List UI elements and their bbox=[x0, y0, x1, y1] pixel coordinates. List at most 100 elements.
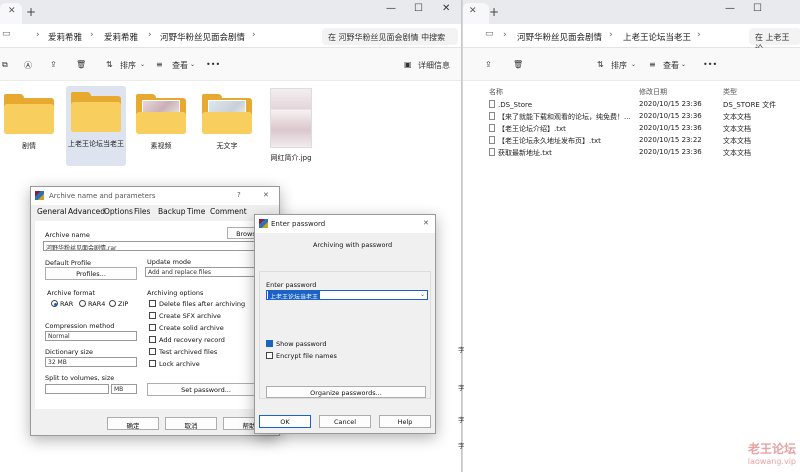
minimize-icon[interactable]: — bbox=[386, 3, 396, 14]
encrypt-names-option[interactable]: Encrypt file names bbox=[266, 352, 337, 360]
ok-button[interactable]: OK bbox=[259, 415, 311, 428]
sort-icon[interactable]: ⇅ bbox=[106, 60, 113, 69]
checkbox-icon[interactable] bbox=[149, 360, 156, 367]
file-row[interactable]: .DS_Store 2020/10/15 23:36 DS_STORE 文件 bbox=[463, 99, 800, 111]
tab-backup[interactable]: Backup bbox=[158, 207, 186, 216]
file-row[interactable]: 【老王论坛永久地址发布页】.txt 2020/10/15 23:22 文本文档 bbox=[463, 135, 800, 147]
file-row[interactable]: 【老王论坛介绍】.txt 2020/10/15 23:36 文本文档 bbox=[463, 123, 800, 135]
split-size-input[interactable] bbox=[45, 384, 109, 394]
tab-general[interactable]: General bbox=[37, 207, 67, 216]
set-password-button[interactable]: Set password... bbox=[147, 383, 265, 396]
folder-label: 素视频 bbox=[150, 142, 172, 150]
split-unit-select[interactable]: MB bbox=[111, 384, 137, 394]
new-tab-icon[interactable]: + bbox=[26, 5, 36, 19]
winrar-icon bbox=[35, 191, 44, 200]
maximize-icon[interactable]: ☐ bbox=[753, 3, 762, 14]
view-button[interactable]: 查看 bbox=[172, 60, 188, 71]
sort-icon[interactable]: ⇅ bbox=[597, 60, 604, 69]
breadcrumb-item[interactable]: 河野华粉丝见面会剧情 bbox=[160, 31, 245, 43]
more-options-icon[interactable]: ••• bbox=[206, 60, 220, 69]
format-rar4-option[interactable]: RAR4 bbox=[79, 300, 105, 308]
sort-button[interactable]: 排序 bbox=[120, 60, 136, 71]
image-file-item[interactable]: 网红简介.jpg bbox=[262, 88, 320, 163]
close-icon[interactable]: ✕ bbox=[263, 191, 269, 199]
search-input[interactable]: 在 上老王论 bbox=[749, 28, 800, 53]
minimize-icon[interactable]: — bbox=[725, 3, 735, 14]
tab-close-icon[interactable]: ✕ bbox=[8, 6, 16, 16]
tab-time[interactable]: Time bbox=[187, 207, 205, 216]
organize-passwords-button[interactable]: Organize passwords... bbox=[266, 386, 426, 398]
breadcrumb-item[interactable]: 爱莉希雅 bbox=[104, 31, 138, 43]
checkbox-checked-icon[interactable] bbox=[266, 340, 273, 347]
option-solid-archive[interactable]: Create solid archive bbox=[149, 324, 224, 332]
view-icon[interactable]: ≡ bbox=[156, 60, 163, 69]
file-row[interactable]: 获取最新地址.txt 2020/10/15 23:36 文本文档 bbox=[463, 147, 800, 159]
password-input[interactable]: 上老王论坛当老王 ⌄ bbox=[266, 290, 428, 300]
help-button[interactable]: Help bbox=[379, 415, 431, 428]
radio-icon[interactable] bbox=[79, 300, 86, 307]
file-modified: 2020/10/15 23:36 bbox=[639, 112, 702, 120]
checkbox-icon[interactable] bbox=[149, 348, 156, 355]
checkbox-icon[interactable] bbox=[149, 324, 156, 331]
format-zip-option[interactable]: ZIP bbox=[109, 300, 128, 308]
rename-icon[interactable]: Ⓐ bbox=[24, 60, 32, 71]
chevron-down-icon[interactable]: ⌄ bbox=[420, 291, 425, 298]
checkbox-icon[interactable] bbox=[149, 312, 156, 319]
option-recovery-record[interactable]: Add recovery record bbox=[149, 336, 225, 344]
folder-item[interactable]: 素视频 bbox=[132, 88, 190, 151]
details-pane-icon[interactable]: ▣ bbox=[404, 60, 412, 69]
sort-button[interactable]: 排序 bbox=[611, 60, 627, 71]
delete-icon[interactable]: 🗑 bbox=[513, 60, 523, 69]
help-icon[interactable]: ? bbox=[237, 191, 241, 199]
copy-icon[interactable]: ⧉ bbox=[2, 60, 8, 70]
folder-item-selected[interactable]: 上老王论坛当老王 bbox=[66, 86, 126, 166]
file-row[interactable]: 【来了就能下载和观看的论坛，纯免费！... 2020/10/15 23:36 文… bbox=[463, 111, 800, 123]
tab-files[interactable]: Files bbox=[134, 207, 150, 216]
compression-select[interactable]: Normal bbox=[45, 331, 137, 341]
monitor-icon[interactable]: ▭ bbox=[2, 29, 11, 39]
more-options-icon[interactable]: ••• bbox=[703, 60, 717, 69]
show-password-option[interactable]: Show password bbox=[266, 340, 326, 348]
breadcrumb-item[interactable]: 爱莉希雅 bbox=[48, 31, 82, 43]
checkbox-icon[interactable] bbox=[149, 300, 156, 307]
new-tab-icon[interactable]: + bbox=[489, 5, 499, 19]
search-input[interactable]: 在 河野华粉丝见面会剧情 中搜索 bbox=[322, 28, 458, 45]
option-delete-files[interactable]: Delete files after archiving bbox=[149, 300, 245, 308]
radio-icon[interactable] bbox=[109, 300, 116, 307]
profiles-button[interactable]: Profiles... bbox=[45, 267, 137, 280]
cancel-button[interactable]: 取消 bbox=[165, 417, 217, 430]
radio-selected-icon[interactable] bbox=[51, 300, 58, 307]
dictionary-select[interactable]: 32 MB bbox=[45, 357, 137, 367]
checkbox-icon[interactable] bbox=[149, 336, 156, 343]
chevron-right-icon: › bbox=[609, 30, 613, 40]
column-header-type[interactable]: 类型 bbox=[723, 87, 737, 97]
option-test-files[interactable]: Test archived files bbox=[149, 348, 217, 356]
breadcrumb-item[interactable]: 上老王论坛当老王 bbox=[623, 31, 691, 43]
view-button[interactable]: 查看 bbox=[663, 60, 679, 71]
close-icon[interactable]: ✕ bbox=[423, 219, 429, 227]
ok-button[interactable]: 确定 bbox=[107, 417, 159, 430]
view-icon[interactable]: ≡ bbox=[649, 60, 656, 69]
archive-name-input[interactable]: 河野华粉丝见面会剧情.rar bbox=[43, 241, 273, 251]
details-button[interactable]: 详细信息 bbox=[418, 60, 450, 71]
breadcrumb-item[interactable]: 河野华粉丝见面会剧情 bbox=[517, 31, 602, 43]
checkbox-icon[interactable] bbox=[266, 352, 273, 359]
tab-advanced[interactable]: Advanced bbox=[68, 207, 105, 216]
option-create-sfx[interactable]: Create SFX archive bbox=[149, 312, 221, 320]
column-header-name[interactable]: 名称 bbox=[489, 87, 503, 97]
column-header-modified[interactable]: 修改日期 bbox=[639, 87, 667, 97]
cancel-button[interactable]: Cancel bbox=[319, 415, 371, 428]
share-icon[interactable]: ⇪ bbox=[485, 60, 492, 69]
delete-icon[interactable]: 🗑 bbox=[76, 60, 86, 69]
folder-item[interactable]: 无文字 bbox=[198, 88, 256, 151]
tab-close-icon[interactable]: ✕ bbox=[469, 6, 477, 16]
window-close-icon[interactable]: ✕ bbox=[442, 3, 450, 14]
share-icon[interactable]: ⇪ bbox=[50, 60, 57, 69]
format-rar-option[interactable]: RAR bbox=[51, 300, 73, 308]
tab-options[interactable]: Options bbox=[104, 207, 133, 216]
tab-comment[interactable]: Comment bbox=[210, 207, 247, 216]
maximize-icon[interactable]: ☐ bbox=[414, 3, 423, 14]
folder-item[interactable]: 剧情 bbox=[0, 88, 58, 151]
option-lock-archive[interactable]: Lock archive bbox=[149, 360, 200, 368]
monitor-icon[interactable]: ▭ bbox=[485, 29, 494, 39]
